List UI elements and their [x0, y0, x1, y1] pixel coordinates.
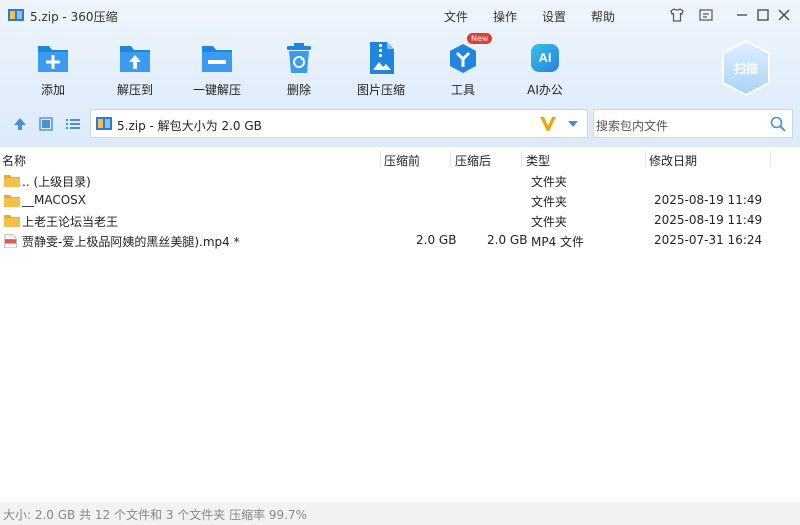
file-modified: 2025-07-31 16:24: [654, 233, 763, 247]
minimize-button[interactable]: [733, 6, 751, 24]
up-arrow-icon[interactable]: [12, 116, 28, 132]
column-divider[interactable]: [645, 151, 646, 167]
add-label: 添加: [40, 83, 65, 97]
image-compress-label: 图片压缩: [356, 83, 405, 97]
file-row-parent[interactable]: .. (上级目录) 文件夹: [0, 171, 800, 191]
menu-settings[interactable]: 设置: [542, 8, 566, 25]
new-badge: New: [467, 33, 493, 44]
column-name[interactable]: 名称: [2, 152, 26, 169]
menu-help[interactable]: 帮助: [591, 8, 615, 25]
folder-icon: [4, 195, 20, 207]
file-modified: 2025-08-19 11:49: [654, 213, 763, 227]
extract-to-button[interactable]: 解压到: [100, 40, 170, 100]
search-icon[interactable]: [770, 116, 786, 132]
list-view-icon[interactable]: [65, 116, 81, 132]
path-bar[interactable]: 5.zip - 解包大小为 2.0 GB: [90, 109, 588, 138]
file-type: 文件夹: [531, 195, 568, 209]
column-type[interactable]: 类型: [526, 152, 550, 169]
delete-button[interactable]: 删除: [264, 40, 334, 100]
column-divider[interactable]: [380, 151, 381, 167]
app-logo-icon: [8, 9, 24, 21]
dropdown-arrow-icon[interactable]: [567, 119, 579, 129]
ai-office-button[interactable]: AI AI办公: [510, 40, 580, 100]
window-title: 5.zip - 360压缩: [30, 10, 118, 24]
close-icon: [778, 9, 790, 21]
folder-icon: [4, 175, 20, 187]
file-type: 文件夹: [531, 215, 568, 229]
search-placeholder: 搜索包内文件: [596, 119, 669, 133]
title-bar: 5.zip - 360压缩 文件 操作 设置 帮助: [0, 0, 800, 30]
menu-operation[interactable]: 操作: [493, 8, 517, 25]
file-type: MP4 文件: [531, 235, 585, 249]
v-logo-icon[interactable]: [539, 116, 557, 132]
one-click-extract-label: 一键解压: [192, 83, 241, 97]
feedback-button[interactable]: [697, 6, 715, 24]
tools-label: 工具: [450, 83, 475, 97]
file-packed-size: 2.0 GB: [416, 233, 457, 247]
folder-icon: [4, 215, 20, 227]
add-icon: [38, 46, 68, 72]
skin-button[interactable]: [668, 6, 686, 24]
file-row-mp4[interactable]: 贾静雯-爱上极品阿姨的黑丝美腿).mp4 * 2.0 GB 2.0 GB MP4…: [0, 231, 800, 251]
maximize-button[interactable]: [754, 6, 772, 24]
ai-office-label: AI办公: [527, 83, 563, 97]
image-compress-button[interactable]: 图片压缩: [346, 40, 416, 100]
status-text: 大小: 2.0 GB 共 12 个文件和 3 个文件夹 压缩率 99.7%: [3, 508, 308, 522]
extract-to-label: 解压到: [116, 83, 153, 97]
tools-icon: [450, 44, 476, 73]
status-bar: 大小: 2.0 GB 共 12 个文件和 3 个文件夹 压缩率 99.7%: [0, 502, 800, 525]
column-header: 名称 压缩前 压缩后 类型 修改日期: [0, 149, 800, 169]
file-name: 上老王论坛当老王: [22, 215, 119, 229]
extract-to-icon: [120, 46, 150, 72]
file-type: 文件夹: [531, 175, 568, 189]
column-modified[interactable]: 修改日期: [649, 152, 697, 169]
column-divider[interactable]: [521, 151, 522, 167]
minimize-icon: [737, 14, 747, 16]
video-file-icon: [4, 234, 17, 248]
one-click-extract-button[interactable]: 一键解压: [182, 40, 252, 100]
file-compressed-size: 2.0 GB: [487, 233, 528, 247]
file-modified: 2025-08-19 11:49: [654, 193, 763, 207]
one-click-extract-icon: [202, 46, 232, 72]
add-button[interactable]: 添加: [18, 40, 88, 100]
image-zip-icon: [370, 42, 394, 74]
thumbnail-view-icon[interactable]: [38, 116, 54, 132]
file-row-folder[interactable]: 上老王论坛当老王 文件夹 2025-08-19 11:49: [0, 211, 800, 231]
column-compressed[interactable]: 压缩后: [455, 152, 491, 169]
navigation-bar: 5.zip - 解包大小为 2.0 GB 搜索包内文件: [0, 107, 800, 140]
scan-button[interactable]: 扫描: [720, 39, 772, 97]
search-input[interactable]: 搜索包内文件: [593, 109, 793, 138]
file-list: .. (上级目录) 文件夹 __MACOSX 文件夹 2025-08-19 11…: [0, 171, 800, 251]
scan-label: 扫描: [733, 62, 758, 76]
ai-glyph: AI: [538, 50, 552, 65]
path-text: 5.zip - 解包大小为 2.0 GB: [117, 119, 262, 133]
tools-button[interactable]: New 工具: [428, 33, 498, 100]
tshirt-icon: [670, 8, 684, 22]
close-button[interactable]: [775, 6, 793, 24]
column-divider[interactable]: [450, 151, 451, 167]
menu-file[interactable]: 文件: [444, 8, 468, 25]
trash-icon: [287, 43, 311, 73]
delete-label: 删除: [286, 83, 311, 97]
maximize-icon: [757, 9, 769, 21]
column-packed[interactable]: 压缩前: [384, 152, 420, 169]
column-divider[interactable]: [770, 151, 771, 167]
file-name: .. (上级目录): [22, 175, 91, 189]
file-name: __MACOSX: [22, 193, 87, 207]
file-name: 贾静雯-爱上极品阿姨的黑丝美腿).mp4 *: [22, 235, 240, 249]
archive-icon: [96, 117, 112, 130]
message-icon: [699, 9, 713, 21]
file-row-macosx[interactable]: __MACOSX 文件夹 2025-08-19 11:49: [0, 191, 800, 211]
